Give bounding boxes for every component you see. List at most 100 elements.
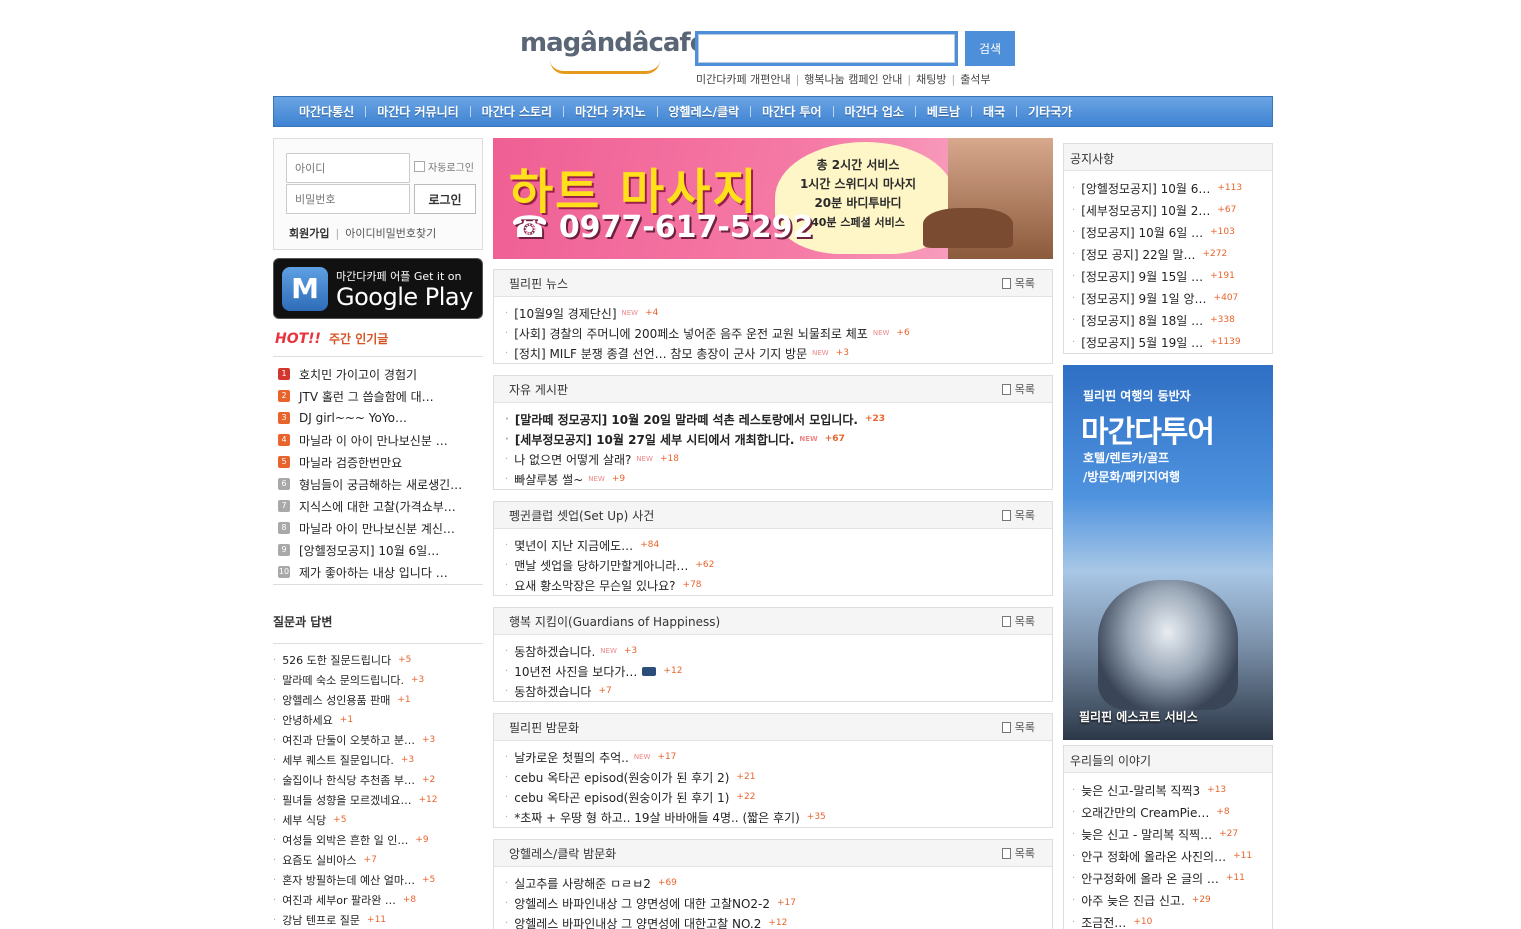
qa-item[interactable]: · 강남 텐프로 질문 +11 xyxy=(273,910,483,929)
qa-item-title[interactable]: 세부 퀘스트 질문입니다. xyxy=(282,752,394,768)
nav-item[interactable]: 앙헬레스/클락 xyxy=(658,103,751,120)
search-input[interactable] xyxy=(698,34,955,63)
post-title[interactable]: 동참하겠습니다 xyxy=(514,683,591,700)
notice-item-title[interactable]: [정모공지] 8월 18일 … xyxy=(1081,312,1203,329)
hot-post-item[interactable]: 7 지식스에 대한 고찰(가격쇼부… xyxy=(278,495,483,517)
more-link[interactable]: 목록 xyxy=(1001,275,1035,291)
hot-post-item[interactable]: 10 제가 좋아하는 내상 입니다 … xyxy=(278,561,483,583)
qa-item[interactable]: · 세부 퀘스트 질문입니다. +3 xyxy=(273,750,483,770)
hot-post-item[interactable]: 6 형님들이 궁금해하는 새로생긴… xyxy=(278,473,483,495)
post-title[interactable]: 앙헬레스 바파인내상 그 양면성에 대한고찰 NO.2 xyxy=(514,915,761,929)
more-link[interactable]: 목록 xyxy=(1001,613,1035,629)
hot-post-title[interactable]: 마닐라 검증한번만요 xyxy=(299,454,402,471)
notice-item[interactable]: · [정모공지] 10월 6일 … +103 xyxy=(1072,221,1272,243)
board-title[interactable]: 필리핀 밤문화 xyxy=(509,719,579,736)
post-title[interactable]: 빠샬루봉 썰~ xyxy=(514,471,583,488)
nav-item[interactable]: 마간다 카지노 xyxy=(564,103,656,120)
tour-banner-ad[interactable]: 필리핀 여행의 동반자 마간다투어 호텔/렌트카/골프 /방문화/패키지여행 필… xyxy=(1063,365,1273,740)
login-button[interactable]: 로그인 xyxy=(414,184,476,214)
post-title[interactable]: cebu 옥타곤 episod(원숭이가 된 후기 2) xyxy=(514,769,729,786)
qa-item-title[interactable]: 요즘도 실비아스 xyxy=(282,852,356,868)
qa-item[interactable]: · 필녀들 성향을 모르겠네요… +12 xyxy=(273,790,483,810)
board-post-item[interactable]: · *초짜 + 우땅 형 하고.. 19살 바바애들 4명.. (짧은 후기) +3… xyxy=(505,807,1052,827)
top-link-chat[interactable]: 채팅방 xyxy=(916,73,946,86)
more-link[interactable]: 목록 xyxy=(1001,719,1035,735)
post-title[interactable]: 몇년이 지난 지금에도… xyxy=(514,537,633,554)
board-post-item[interactable]: · 몇년이 지난 지금에도… +84 xyxy=(505,535,1052,555)
post-title[interactable]: cebu 옥타곤 episod(원숭이가 된 후기 1) xyxy=(514,789,729,806)
qa-item[interactable]: · 여성들 외박은 흔한 일 인… +9 xyxy=(273,830,483,850)
qa-item[interactable]: · 혼자 방필하는데 예산 얼마… +5 xyxy=(273,870,483,890)
notice-item-title[interactable]: [정모공지] 10월 6일 … xyxy=(1081,224,1203,241)
qa-item-title[interactable]: 여성들 외박은 흔한 일 인… xyxy=(282,832,408,848)
nav-item[interactable]: 마간다통신 xyxy=(288,103,365,120)
notice-item[interactable]: · [정모공지] 5월 19일 … +1139 xyxy=(1072,331,1272,353)
board-post-item[interactable]: · cebu 옥타곤 episod(원숭이가 된 후기 2) +21 xyxy=(505,767,1052,787)
board-title[interactable]: 펭귄클럽 셋업(Set Up) 사건 xyxy=(509,507,654,524)
hot-post-item[interactable]: 4 마닐라 이 아이 만나보신분 … xyxy=(278,429,483,451)
hot-post-title[interactable]: 호치민 가이고이 경험기 xyxy=(299,366,417,383)
join-link[interactable]: 회원가입 xyxy=(289,227,329,240)
nav-item[interactable]: 마간다 투어 xyxy=(751,103,832,120)
notice-item[interactable]: · [정모공지] 9월 1일 앙… +407 xyxy=(1072,287,1272,309)
post-title[interactable]: [정치] MILF 분쟁 종결 선언… 참모 총장이 군사 기지 방문 xyxy=(514,345,807,362)
post-title[interactable]: 동참하겠습니다. xyxy=(514,643,595,660)
hot-post-item[interactable]: 3 DJ girl~~~ YoYo… xyxy=(278,407,483,429)
hot-post-title[interactable]: 지식스에 대한 고찰(가격쇼부… xyxy=(299,498,456,515)
post-title[interactable]: 날카로운 첫필의 추억.. xyxy=(514,749,629,766)
qa-item-title[interactable]: 말라떼 숙소 문의드립니다. xyxy=(282,672,404,688)
post-title[interactable]: *초짜 + 우땅 형 하고.. 19살 바바애들 4명.. (짧은 후기) xyxy=(514,809,800,826)
board-post-item[interactable]: · 나 없으면 어떻게 살래? NEW +18 xyxy=(505,449,1052,469)
hot-post-title[interactable]: JTV 홀런 그 씁슬함에 대… xyxy=(299,388,434,405)
nav-item[interactable]: 마간다 커뮤니티 xyxy=(366,103,469,120)
qa-item[interactable]: · 526 도한 질문드립니다 +5 xyxy=(273,650,483,670)
qa-item-title[interactable]: 세부 식당 xyxy=(282,812,326,828)
stories-item-title[interactable]: 조금전… xyxy=(1081,914,1126,929)
board-post-item[interactable]: · [말라떼 정모공지] 10월 20일 말라떼 석촌 레스토랑에서 모입니다. +… xyxy=(505,409,1052,429)
hot-post-title[interactable]: DJ girl~~~ YoYo… xyxy=(299,411,407,425)
stories-item-title[interactable]: 아주 늦은 진급 신고. xyxy=(1081,892,1185,909)
stories-item-title[interactable]: 오래간만의 CreamPie… xyxy=(1081,804,1209,821)
board-post-item[interactable]: · 앙헬레스 바파인내상 그 양면성에 대한 고찰NO2-2 +17 xyxy=(505,893,1052,913)
more-link[interactable]: 목록 xyxy=(1001,845,1035,861)
massage-banner-ad[interactable]: 하트 마사지 ☎ 0977-617-5292 총 2시간 서비스 1시간 스위디… xyxy=(493,138,1053,259)
qa-item[interactable]: · 요즘도 실비아스 +7 xyxy=(273,850,483,870)
stories-item-title[interactable]: 늦은 신고-말리복 직찍3 xyxy=(1081,782,1200,799)
notice-item-title[interactable]: [정모공지] 9월 15일 … xyxy=(1081,268,1203,285)
hot-post-item[interactable]: 1 호치민 가이고이 경험기 xyxy=(278,363,483,385)
board-post-item[interactable]: · 실고추를 사랑해준 ㅁㄹㅂ2 +69 xyxy=(505,873,1052,893)
top-link-attendance[interactable]: 출석부 xyxy=(960,73,990,86)
post-title[interactable]: 실고추를 사랑해준 ㅁㄹㅂ2 xyxy=(514,875,651,892)
stories-item[interactable]: · 안구 정화에 올라온 사진의… +11 xyxy=(1072,845,1272,867)
board-post-item[interactable]: · [세부정모공지] 10월 27일 세부 시티에서 개최합니다. NEW +67 xyxy=(505,429,1052,449)
more-link[interactable]: 목록 xyxy=(1001,507,1035,523)
board-post-item[interactable]: · 동참하겠습니다. NEW +3 xyxy=(505,641,1052,661)
stories-item-title[interactable]: 안구 정화에 올라온 사진의… xyxy=(1081,848,1226,865)
qa-item[interactable]: · 안녕하세요 +1 xyxy=(273,710,483,730)
qa-item-title[interactable]: 여진과 세부or 팔라완 … xyxy=(282,892,396,908)
stories-item-title[interactable]: 늦은 신고 - 말리복 직찍… xyxy=(1081,826,1212,843)
post-title[interactable]: [10월9일 경제단신] xyxy=(514,305,616,322)
notice-item[interactable]: · [세부정모공지] 10월 2… +67 xyxy=(1072,199,1272,221)
qa-item-title[interactable]: 강남 텐프로 질문 xyxy=(282,912,360,928)
site-logo[interactable]: magândâcafe xyxy=(520,28,707,78)
nav-item[interactable]: 마간다 스토리 xyxy=(471,103,563,120)
board-title[interactable]: 행복 지킴이(Guardians of Happiness) xyxy=(509,613,720,630)
notice-item-title[interactable]: [정모공지] 9월 1일 앙… xyxy=(1081,290,1206,307)
top-link-renewal[interactable]: 미간다카페 개편안내 xyxy=(696,73,791,86)
board-title[interactable]: 앙헬레스/클락 밤문화 xyxy=(509,845,616,862)
board-post-item[interactable]: · 날카로운 첫필의 추억.. NEW +17 xyxy=(505,747,1052,767)
qa-item[interactable]: · 세부 식당 +5 xyxy=(273,810,483,830)
find-account-link[interactable]: 아이디비밀번호찾기 xyxy=(345,227,436,240)
hot-post-title[interactable]: 마닐라 아이 만나보신분 계신… xyxy=(299,520,455,537)
notice-item[interactable]: · [정모공지] 8월 18일 … +338 xyxy=(1072,309,1272,331)
qa-item-title[interactable]: 필녀들 성향을 모르겠네요… xyxy=(282,792,411,808)
nav-item[interactable]: 마간다 업소 xyxy=(834,103,915,120)
qa-item-title[interactable]: 술집이나 한식당 추천좀 부… xyxy=(282,772,415,788)
hot-post-title[interactable]: 마닐라 이 아이 만나보신분 … xyxy=(299,432,448,449)
notice-item-title[interactable]: [정모 공지] 22일 말… xyxy=(1081,246,1195,263)
board-post-item[interactable]: · 요새 황소막장은 무슨일 있나요? +78 xyxy=(505,575,1052,595)
more-link[interactable]: 목록 xyxy=(1001,381,1035,397)
post-title[interactable]: 맨날 셋업을 당하기만할게아니라… xyxy=(514,557,688,574)
nav-item[interactable]: 기타국가 xyxy=(1017,103,1083,120)
